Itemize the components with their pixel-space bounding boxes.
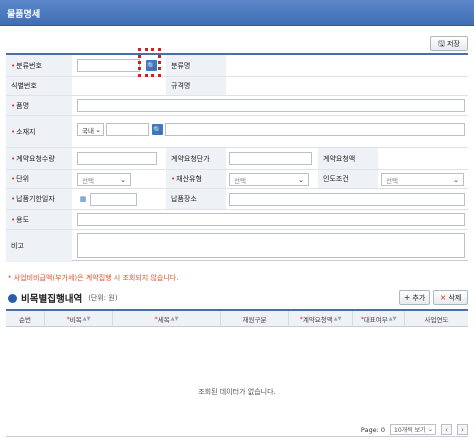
next-page-button[interactable]: › (457, 424, 468, 435)
col-representative[interactable]: * 대표여부 ▲▼ (353, 311, 405, 327)
location-label: • 소재지 (6, 116, 72, 147)
location-country-select[interactable]: 국내 ⌄ (77, 123, 104, 136)
identifier-no-label: 식별번호 (6, 77, 72, 95)
delivery-terms-label: 인도조건 (318, 170, 378, 188)
chevron-down-icon: ⌄ (95, 126, 101, 134)
category-no-label: • 분류번호 (6, 55, 72, 76)
chevron-down-icon: ⌄ (120, 176, 126, 184)
execution-grid: 순번 * 비목 ▲▼ * 세목 ▲▼ 재원구분 * 계약요청액 ▲▼ * 대표여부 ▲▼ 사업연… (6, 309, 468, 437)
col-business-year[interactable]: 사업연도 (405, 311, 468, 327)
save-icon: 🖫 (438, 38, 445, 48)
unit-select[interactable]: 선택 ⌄ (77, 173, 131, 186)
title-bar: 물품명세 (0, 0, 474, 26)
add-row-button[interactable]: + 추가 (399, 290, 430, 305)
contract-qty-label: • 계약요청수량 (6, 148, 72, 169)
plus-icon: + (403, 292, 411, 302)
address-input[interactable] (165, 123, 465, 136)
notice-text: * 사업비비급액(부가세)은 계약집행 시 조회되지 않습니다. (8, 274, 179, 282)
delete-row-button[interactable]: × 삭제 (433, 290, 468, 305)
chevron-down-icon: ⌄ (298, 176, 304, 184)
contract-unit-price-input[interactable] (229, 152, 312, 165)
asset-type-select[interactable]: 선택 ⌄ (229, 173, 309, 186)
usage-input[interactable] (77, 213, 465, 226)
delivery-place-input[interactable] (229, 193, 465, 206)
delivery-terms-select[interactable]: 선택 ⌄ (381, 173, 464, 186)
col-expense-item[interactable]: * 비목 ▲▼ (45, 311, 113, 327)
page-indicator: Page: 0 (360, 425, 385, 434)
sort-icon: ▲▼ (82, 316, 91, 322)
contract-qty-input[interactable] (77, 152, 157, 165)
zip-code-input[interactable] (106, 123, 149, 136)
grid-header: 순번 * 비목 ▲▼ * 세목 ▲▼ 재원구분 * 계약요청액 ▲▼ * 대표여부 ▲▼ 사업연… (6, 311, 468, 327)
window-title: 물품명세 (7, 10, 41, 20)
col-fund-source[interactable]: 재원구분 (221, 311, 289, 327)
address-search-button[interactable]: 🔍 (152, 124, 163, 135)
col-contract-amount[interactable]: * 계약요청액 ▲▼ (289, 311, 353, 327)
item-detail-form: • 분류번호 🔍 분류명 식별번호 규격명 • 품명 • 소재지 국내 ⌄ 🔍 … (6, 53, 468, 262)
sort-icon: ▲▼ (333, 316, 342, 322)
section-header: 비목별집행내역 (단위: 원) (8, 291, 118, 305)
remarks-label: 비고 (6, 230, 72, 262)
save-label: 저장 (446, 39, 460, 48)
bullet-icon (8, 293, 17, 303)
spec-name-label: 규격명 (166, 77, 226, 95)
highlight-box (138, 48, 161, 77)
chevron-down-icon: ⌄ (427, 426, 433, 433)
asset-type-label: • 재산유형 (166, 170, 226, 188)
search-icon: 🔍 (153, 125, 162, 134)
item-name-input[interactable] (77, 99, 465, 112)
remarks-textarea[interactable] (77, 233, 465, 258)
page-size-select[interactable]: 10개씩 보기 ⌄ (390, 424, 436, 435)
sort-icon: ▲▼ (170, 316, 179, 322)
category-name-label: 분류명 (166, 55, 226, 76)
calendar-icon[interactable]: ▦ (78, 194, 88, 204)
close-icon: × (439, 292, 447, 302)
category-no-input[interactable] (77, 59, 140, 72)
unit-label: • 단위 (6, 170, 72, 188)
sort-icon: ▲▼ (388, 316, 397, 322)
col-sub-item[interactable]: * 세목 ▲▼ (113, 311, 221, 327)
section-unit: (단위: 원) (88, 294, 118, 302)
delivery-deadline-label: • 납품기한일자 (6, 189, 72, 209)
empty-message: 조회된 데이터가 없습니다. (198, 388, 276, 396)
contract-unit-price-label: 계약요청단가 (166, 148, 226, 169)
contract-amount-label: 계약요청액 (318, 148, 378, 169)
item-name-label: • 품명 (6, 96, 72, 115)
col-seq[interactable]: 순번 (6, 311, 45, 327)
usage-label: • 용도 (6, 210, 72, 229)
chevron-down-icon: ⌄ (453, 176, 459, 184)
pager: Page: 0 10개씩 보기 ⌄ ‹ › (361, 424, 468, 435)
prev-page-button[interactable]: ‹ (441, 424, 452, 435)
delivery-deadline-input[interactable] (90, 193, 137, 206)
delivery-place-label: 납품장소 (166, 189, 226, 209)
section-title: 비목별집행내역 (21, 294, 83, 305)
save-button[interactable]: 🖫 저장 (430, 36, 468, 51)
